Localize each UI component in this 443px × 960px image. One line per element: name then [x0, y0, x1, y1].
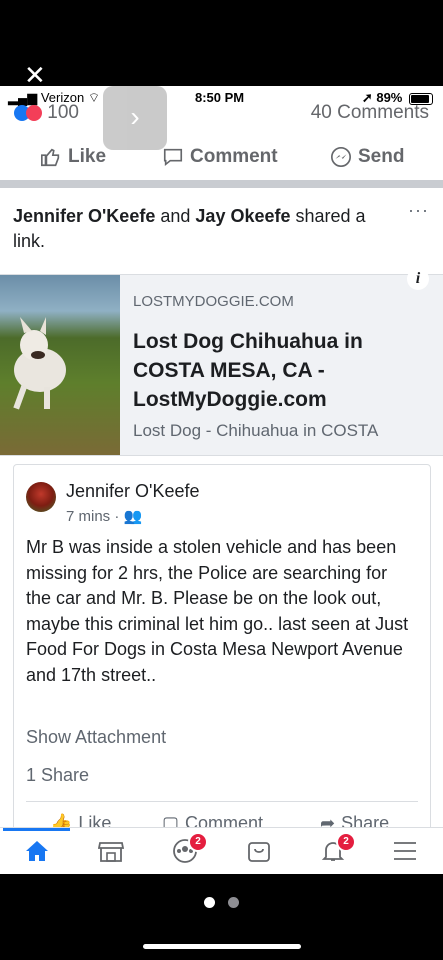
- marketplace-icon: [98, 842, 124, 862]
- tab-watch[interactable]: [242, 836, 276, 866]
- shopping-bag-icon: [248, 842, 270, 862]
- connector-text: and: [160, 206, 191, 226]
- separator-dot: ·: [114, 508, 120, 525]
- share-count[interactable]: 1 Share: [26, 765, 89, 786]
- wifi-icon: ⌔: [87, 90, 101, 105]
- link-domain: LOSTMYDOGGIE.COM: [133, 293, 294, 310]
- screenshot-content: ▂▄▆ Verizon ⌔ 8:50 PM ➚ 89% 100 40 Comme…: [0, 86, 443, 874]
- feed-divider: [0, 180, 443, 188]
- friends-audience-icon: 👥: [123, 508, 143, 525]
- post-meta: 7 mins · 👥: [66, 507, 142, 525]
- comment-button[interactable]: Comment: [162, 146, 278, 168]
- thumbs-up-icon: [41, 148, 60, 167]
- home-indicator[interactable]: [143, 944, 301, 949]
- like-button[interactable]: Like: [40, 146, 106, 168]
- post-timestamp[interactable]: 7 mins: [66, 508, 110, 525]
- avatar[interactable]: [26, 482, 56, 512]
- page-dot-inactive[interactable]: [228, 897, 239, 908]
- active-tab-indicator: [3, 828, 70, 831]
- card-divider: [26, 801, 418, 802]
- send-button[interactable]: Send: [330, 146, 404, 168]
- link-title[interactable]: Lost Dog Chihuahua in COSTA MESA, CA - L…: [133, 327, 423, 414]
- more-options-icon[interactable]: ···: [408, 200, 429, 221]
- reaction-summary[interactable]: 100: [14, 102, 79, 124]
- bottom-tab-bar: 2 2: [0, 827, 443, 874]
- page-dot-active[interactable]: [204, 897, 215, 908]
- tab-groups[interactable]: 2: [168, 832, 208, 866]
- link-description: Lost Dog - Chihuahua in COSTA: [133, 421, 379, 440]
- comment-bubble-icon: [163, 148, 183, 167]
- comment-count[interactable]: 40 Comments: [311, 102, 429, 124]
- back-chevron-icon[interactable]: ›: [103, 86, 167, 150]
- dog-illustration: [13, 317, 66, 410]
- tab-notifications[interactable]: 2: [316, 832, 356, 866]
- tab-marketplace[interactable]: [94, 836, 128, 866]
- show-attachment-link[interactable]: Show Attachment: [26, 727, 166, 748]
- link-preview-card[interactable]: LOSTMYDOGGIE.COM Lost Dog Chihuahua in C…: [0, 274, 443, 456]
- actor-1-link[interactable]: Jennifer O'Keefe: [13, 206, 155, 226]
- comment-label: Comment: [190, 146, 278, 167]
- send-label: Send: [358, 146, 405, 167]
- info-icon[interactable]: i: [407, 268, 429, 290]
- groups-badge: 2: [188, 832, 208, 852]
- love-reaction-icon: [26, 104, 42, 121]
- post-author[interactable]: Jennifer O'Keefe: [66, 481, 200, 502]
- hamburger-menu-icon: [394, 842, 416, 860]
- messenger-icon: [331, 147, 351, 167]
- tab-home[interactable]: [20, 836, 54, 866]
- share-story-header: Jennifer O'Keefe and Jay Okeefe shared a…: [13, 204, 393, 254]
- like-label: Like: [68, 146, 107, 167]
- dog-thumbnail: [0, 275, 120, 455]
- close-icon[interactable]: ✕: [24, 62, 46, 88]
- status-time: 8:50 PM: [195, 90, 245, 105]
- notifications-badge: 2: [336, 832, 356, 852]
- post-body: Mr B was inside a stolen vehicle and has…: [26, 537, 409, 685]
- tab-menu[interactable]: [388, 836, 422, 866]
- home-icon: [26, 841, 48, 861]
- actor-2-link[interactable]: Jay Okeefe: [195, 206, 290, 226]
- shared-post-card[interactable]: Jennifer O'Keefe 7 mins · 👥 Mr B was ins…: [13, 464, 431, 874]
- reaction-count: 100: [47, 102, 79, 123]
